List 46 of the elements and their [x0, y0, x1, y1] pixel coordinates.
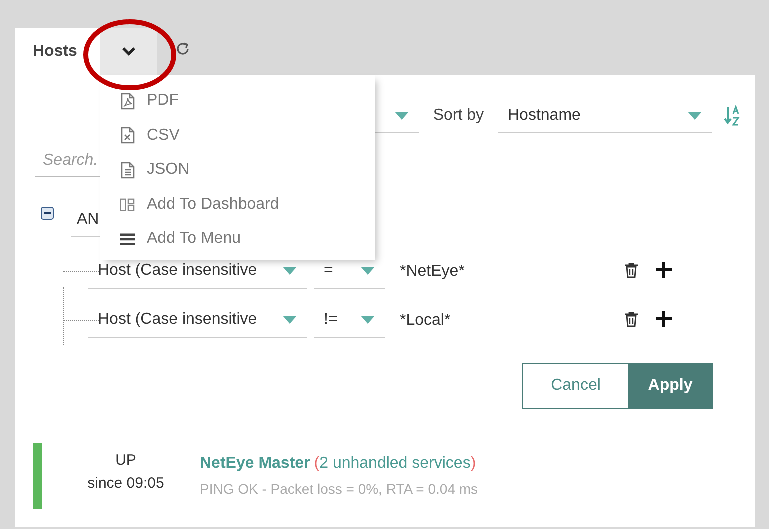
- field-select[interactable]: Host (Case insensitive: [88, 304, 307, 338]
- host-state: UP: [116, 452, 136, 469]
- menu-item[interactable]: Add To Dashboard: [100, 188, 375, 222]
- filter-value: *NetEye*: [400, 262, 466, 280]
- host-name-link[interactable]: NetEye Master: [200, 455, 310, 473]
- plugin-output: PING OK - Packet loss = 0%, RTA = 0.04 ms: [200, 481, 478, 497]
- unhandled-services-link[interactable]: (2 unhandled services): [314, 455, 476, 473]
- delete-button[interactable]: [625, 262, 638, 280]
- plus-icon: [656, 262, 672, 278]
- chevron-down-icon: [122, 47, 136, 56]
- document-icon: [120, 162, 134, 179]
- condition-select[interactable]: !=: [314, 304, 385, 338]
- menu-icon: [120, 232, 135, 246]
- export-dropdown-button[interactable]: [100, 28, 157, 75]
- apply-button[interactable]: Apply: [628, 363, 713, 409]
- refresh-icon[interactable]: [175, 41, 191, 57]
- filter-value: *Local*: [400, 312, 452, 330]
- dropdown-arrow-icon: [283, 267, 297, 275]
- dropdown-arrow-icon: [361, 316, 375, 324]
- status-bar: [33, 443, 42, 509]
- cancel-button[interactable]: Cancel: [522, 363, 630, 409]
- pdf-file-icon: [120, 92, 134, 110]
- menu-item[interactable]: JSON: [100, 153, 375, 188]
- sort-alpha-icon[interactable]: [724, 105, 741, 127]
- hosts-tab[interactable]: Hosts: [15, 28, 100, 75]
- menu-item[interactable]: CSV: [100, 118, 375, 153]
- dashboard-icon: [120, 198, 135, 212]
- dropdown-arrow-icon: [688, 112, 702, 120]
- trash-icon: [625, 312, 638, 326]
- state-since: since 09:05: [88, 475, 164, 492]
- minus-box-icon: [41, 207, 54, 220]
- trash-icon: [625, 262, 638, 278]
- delete-button[interactable]: [625, 312, 638, 330]
- sort-select[interactable]: Hostname: [498, 99, 712, 133]
- collapse-toggle[interactable]: [41, 207, 54, 223]
- add-button[interactable]: [656, 311, 672, 330]
- dropdown-arrow-icon: [283, 316, 297, 324]
- spreadsheet-file-icon: [120, 127, 134, 144]
- dropdown-arrow-icon: [395, 112, 410, 120]
- sort-by-label: Sort by: [433, 107, 484, 125]
- menu-item[interactable]: Add To Menu: [100, 222, 375, 256]
- search-field[interactable]: Search.: [35, 146, 100, 177]
- menu-item[interactable]: PDF: [100, 84, 375, 118]
- dropdown-arrow-icon: [361, 267, 375, 275]
- plus-icon: [656, 311, 672, 327]
- add-button[interactable]: [656, 262, 672, 281]
